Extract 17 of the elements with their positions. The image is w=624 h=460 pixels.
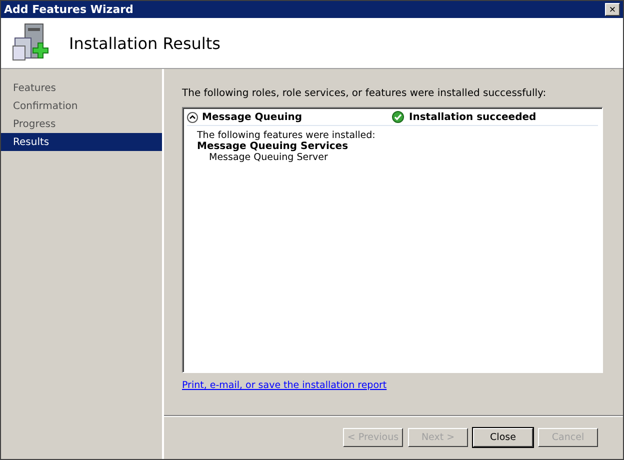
feature-name: Message Queuing: [202, 112, 304, 122]
page-title: Installation Results: [69, 34, 220, 52]
report-link[interactable]: Print, e-mail, or save the installation report: [182, 380, 387, 391]
feature-item: Message Queuing Server: [209, 152, 329, 163]
wizard-button[interactable]: Close: [473, 428, 533, 447]
close-button[interactable]: ×: [605, 3, 620, 16]
detail-text: The following features were installed:: [197, 130, 376, 141]
window-title: Add Features Wizard: [4, 3, 134, 16]
sidebar-item[interactable]: Features: [1, 79, 162, 97]
intro-text: The following roles, role services, or features were installed successfully:: [182, 88, 548, 99]
sidebar-item[interactable]: Results: [1, 133, 162, 151]
collapse-icon[interactable]: [187, 112, 198, 122]
sidebar-item[interactable]: Confirmation: [1, 97, 162, 115]
group-name: Message Queuing Services: [197, 141, 350, 152]
status-text: Installation succeeded: [409, 112, 536, 122]
check-icon: [392, 111, 404, 123]
sidebar-item[interactable]: Progress: [1, 115, 162, 133]
